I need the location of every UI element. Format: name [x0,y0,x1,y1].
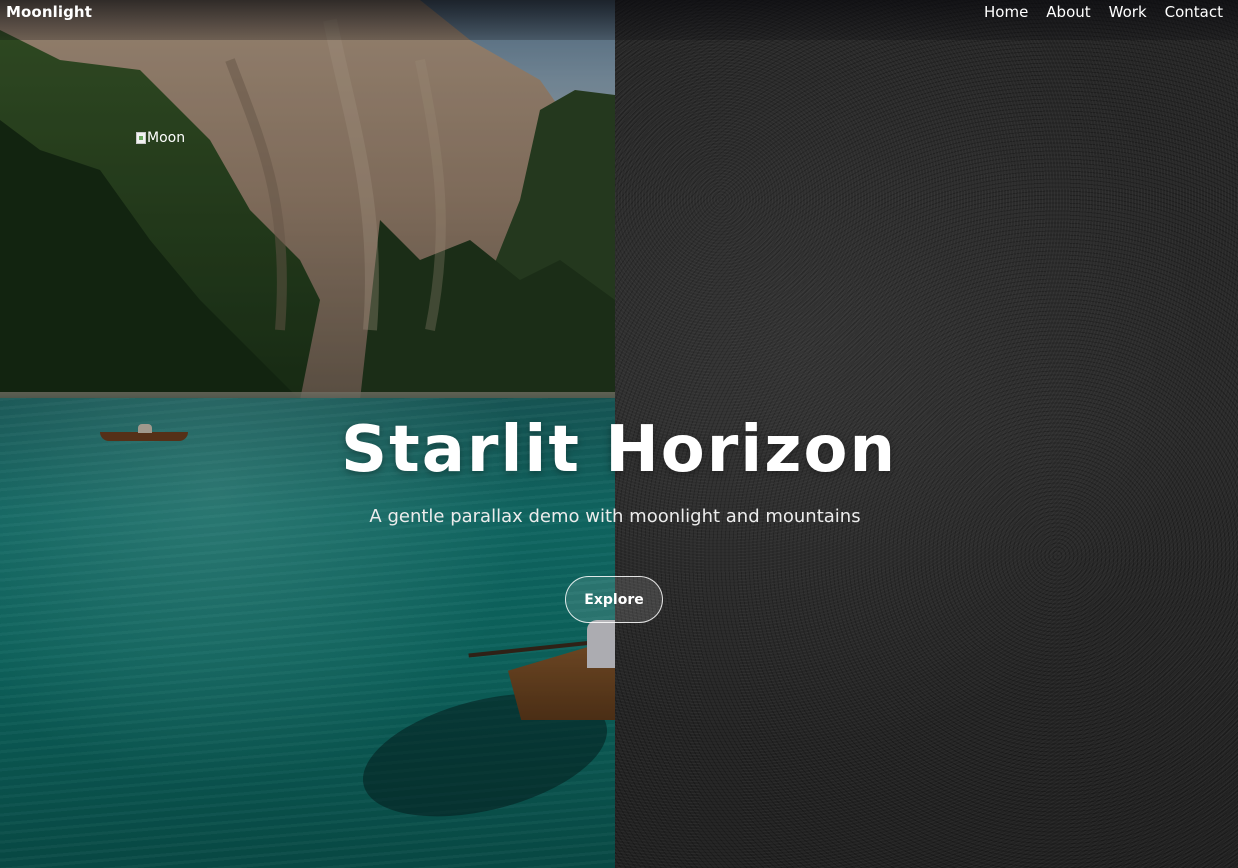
top-nav-bar: Moonlight Home About Work Contact [0,0,1238,40]
nav-link-contact[interactable]: Contact [1165,3,1223,21]
moon-image-broken: Moon [136,129,185,147]
hero-subtitle: A gentle parallax demo with moonlight an… [369,506,861,527]
hero-title: Starlit Horizon [341,413,897,487]
broken-image-icon [136,132,146,144]
explore-button[interactable]: Explore [565,576,663,623]
brand-logo-link[interactable]: Moonlight [6,3,92,21]
nav-link-about[interactable]: About [1046,3,1090,21]
nav-link-work[interactable]: Work [1109,3,1147,21]
moon-image-alt-text: Moon [147,130,186,146]
nav-link-home[interactable]: Home [984,3,1028,21]
main-nav: Home About Work Contact [984,3,1223,21]
parallax-stage: Moonlight Home About Work Contact Moon S… [0,0,1238,868]
